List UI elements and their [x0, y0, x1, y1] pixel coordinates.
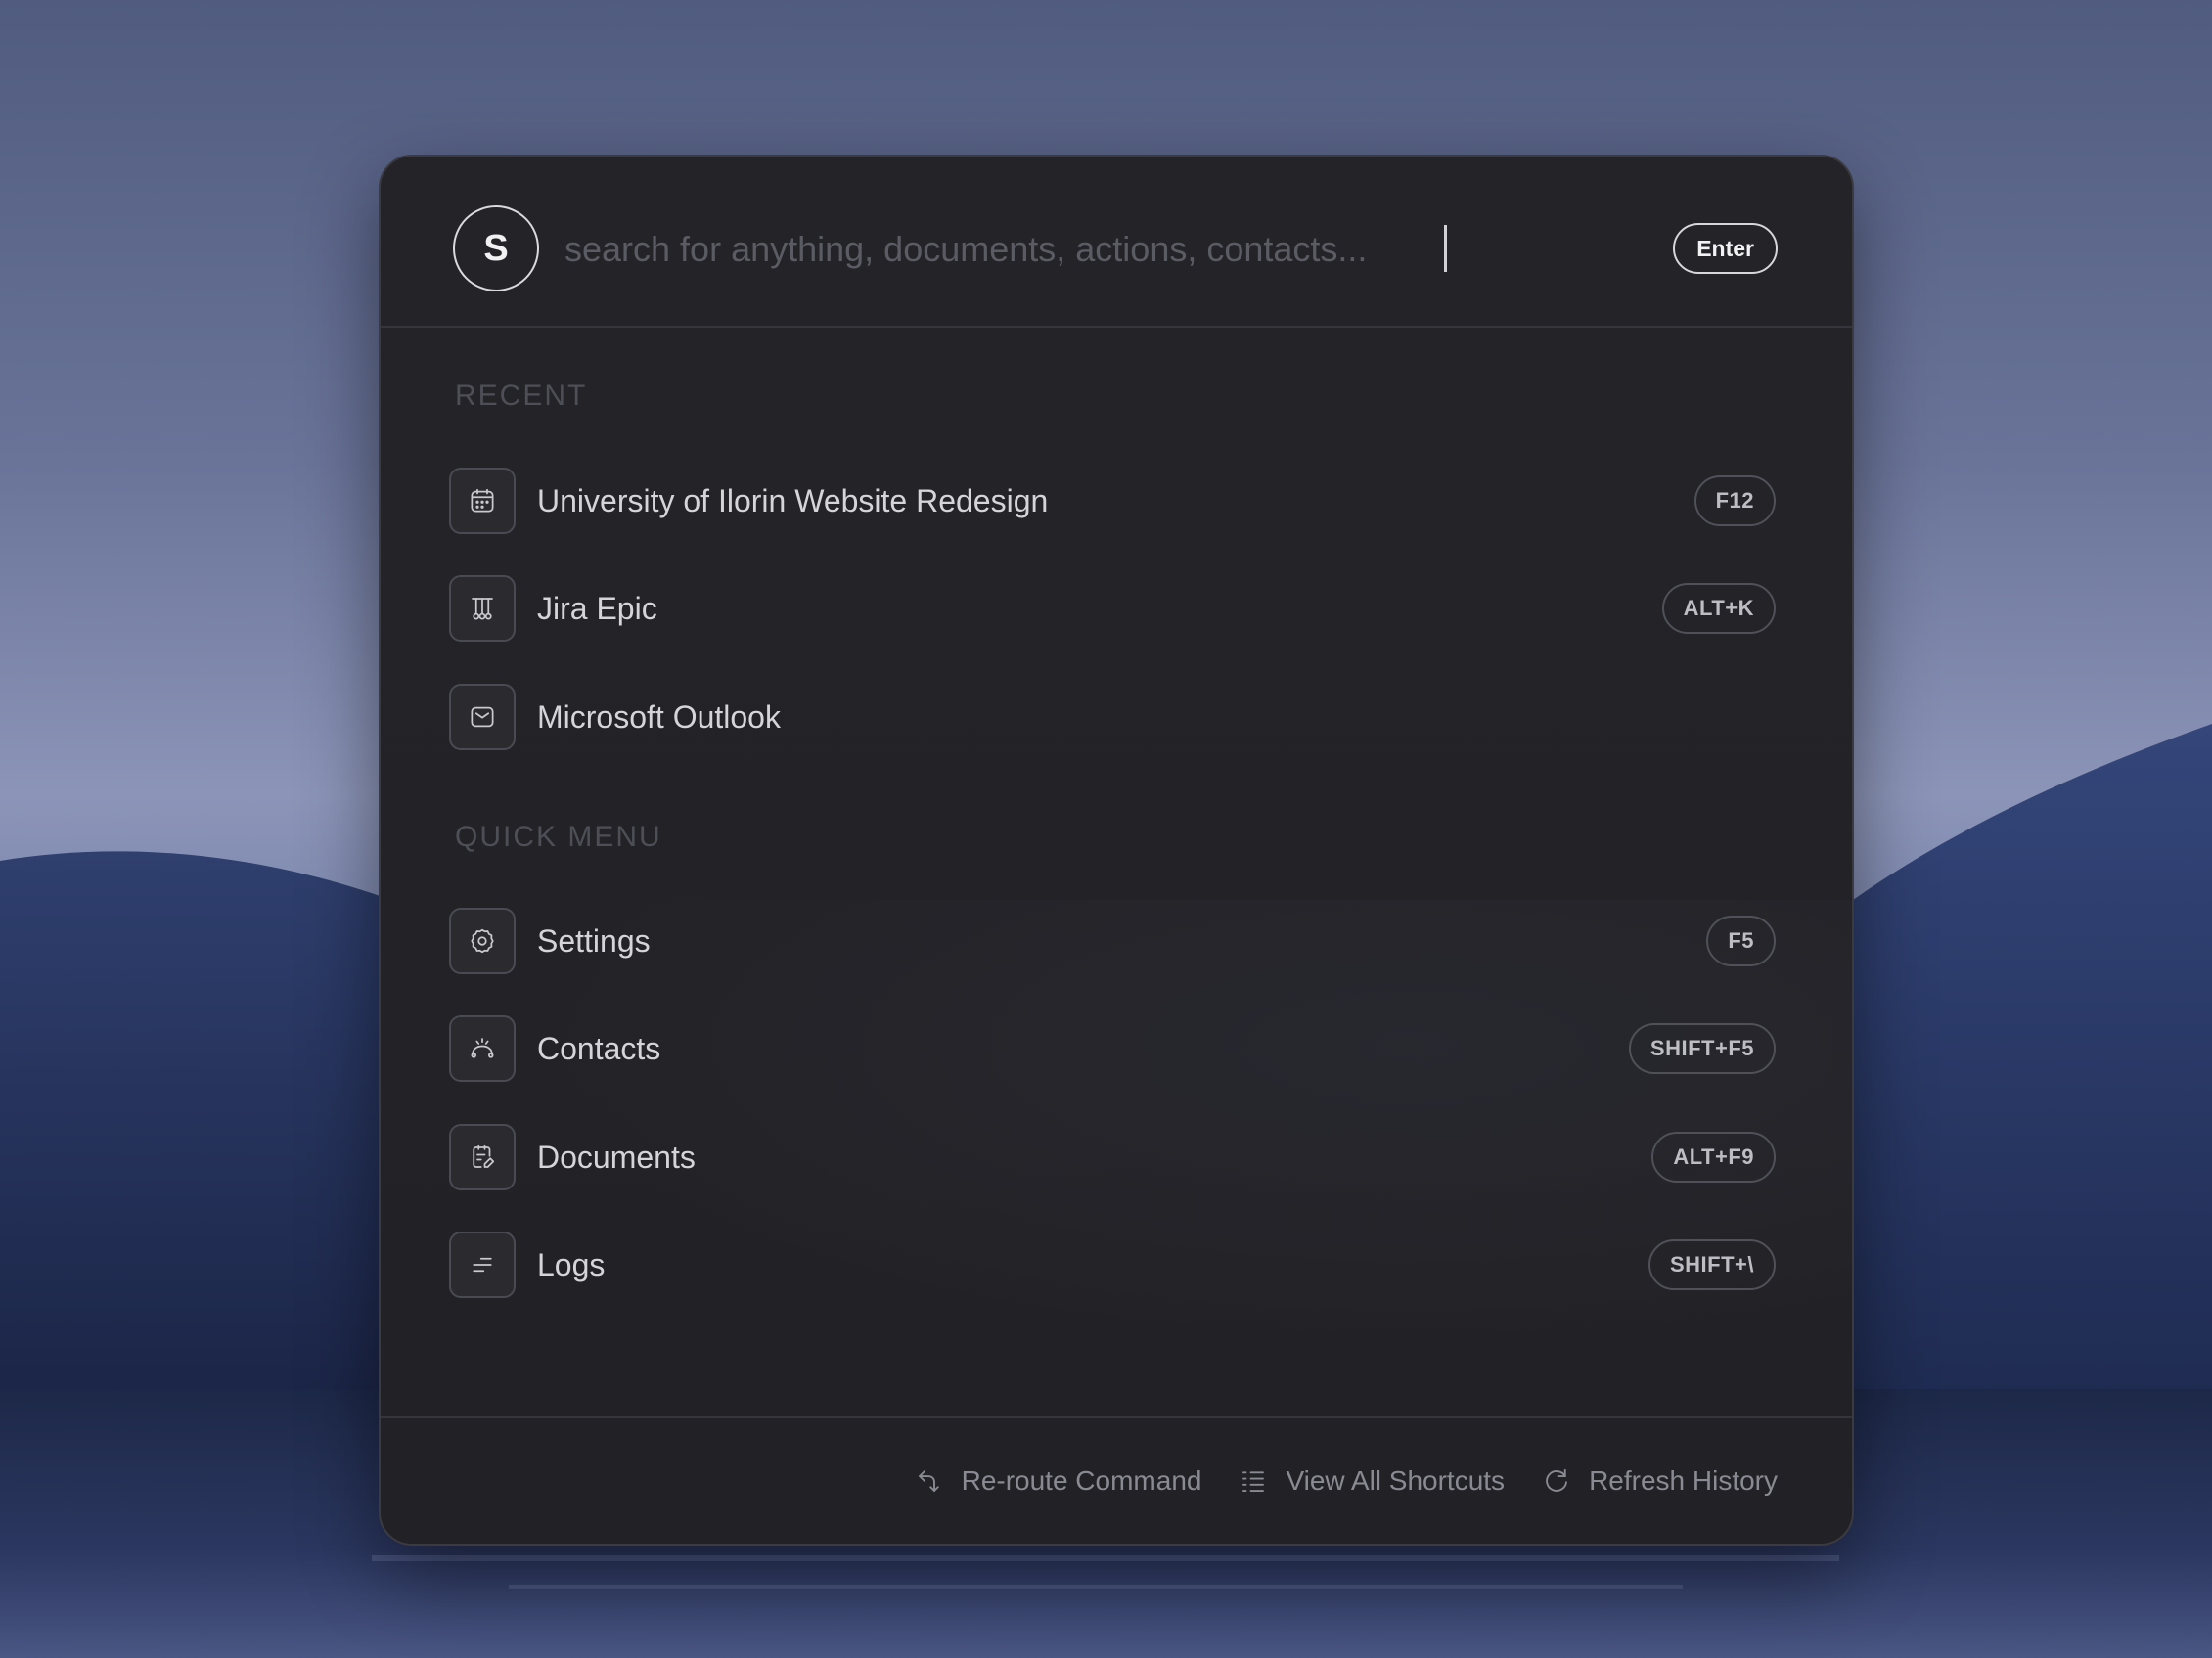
search-bar: S Enter — [381, 157, 1852, 328]
gear-icon — [449, 908, 516, 974]
shortcut-badge: ALT+K — [1661, 583, 1776, 634]
row-label: Documents — [537, 1139, 696, 1175]
logs-icon — [449, 1232, 516, 1298]
row-label: Jira Epic — [537, 590, 657, 626]
list-icon — [1242, 1471, 1265, 1492]
contacts-icon — [449, 1015, 516, 1082]
shortcut-badge: F5 — [1706, 916, 1776, 966]
enter-button[interactable]: Enter — [1673, 223, 1778, 274]
reroute-label: Re-route Command — [961, 1465, 1202, 1496]
row-label: Logs — [537, 1246, 606, 1282]
refresh-label: Refresh History — [1589, 1465, 1778, 1496]
quick-menu-section-title: QUICK MENU — [455, 821, 662, 853]
view-all-shortcuts-button[interactable]: View All Shortcuts — [1239, 1465, 1505, 1497]
recent-item-university-redesign[interactable]: University of Ilorin Website Redesign F1… — [449, 468, 1776, 534]
view-shortcuts-label: View All Shortcuts — [1286, 1465, 1506, 1496]
shortcut-badge: F12 — [1693, 475, 1776, 526]
quick-menu-item-settings[interactable]: Settings F5 — [449, 908, 1776, 974]
quick-menu-item-documents[interactable]: Documents ALT+F9 — [449, 1124, 1776, 1190]
recent-item-microsoft-outlook[interactable]: Microsoft Outlook — [449, 684, 1776, 750]
mail-icon — [449, 684, 516, 750]
reroute-command-button[interactable]: Re-route Command — [915, 1465, 1202, 1497]
row-label: Contacts — [537, 1030, 661, 1066]
row-label: University of Ilorin Website Redesign — [537, 482, 1049, 518]
command-palette: S Enter RECENT University of Ilorin Webs… — [379, 155, 1854, 1546]
row-label: Settings — [537, 922, 651, 959]
calendar-icon — [449, 468, 516, 534]
document-edit-icon — [449, 1124, 516, 1190]
quick-menu-item-logs[interactable]: Logs SHIFT+\ — [449, 1232, 1776, 1298]
refresh-icon — [1546, 1468, 1567, 1492]
recent-item-jira-epic[interactable]: Jira Epic ALT+K — [449, 575, 1776, 642]
shortcut-badge: SHIFT+\ — [1648, 1239, 1776, 1290]
row-label: Microsoft Outlook — [537, 698, 781, 735]
avatar[interactable]: S — [453, 205, 539, 291]
refresh-history-button[interactable]: Refresh History — [1542, 1465, 1778, 1497]
shortcut-badge: ALT+F9 — [1651, 1132, 1776, 1183]
search-input[interactable] — [564, 217, 1504, 282]
palette-footer: Re-route Command View All Shortcuts Refr… — [381, 1416, 1852, 1544]
reroute-icon — [918, 1470, 939, 1492]
quick-menu-item-contacts[interactable]: Contacts SHIFT+F5 — [449, 1015, 1776, 1082]
text-caret — [1444, 225, 1447, 272]
recent-section-title: RECENT — [455, 380, 588, 412]
shortcut-badge: SHIFT+F5 — [1628, 1023, 1776, 1074]
jira-icon — [449, 575, 516, 642]
